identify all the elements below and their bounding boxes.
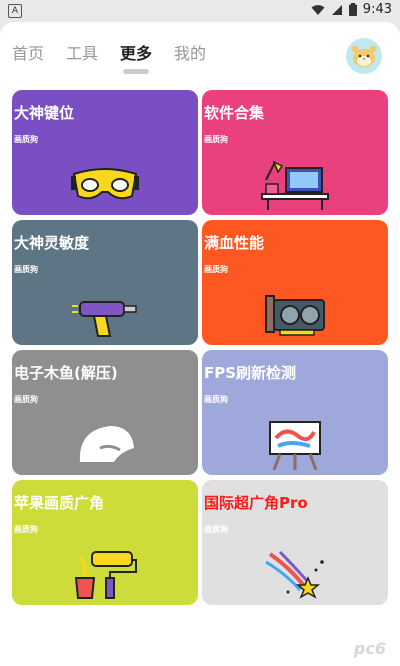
card-subtitle: 画质狗: [204, 135, 228, 144]
hamster-avatar-icon: [351, 45, 377, 67]
tab-home[interactable]: 首页: [12, 40, 44, 64]
main-panel: 首页 工具 更多 我的 大神键位 画质狗 软件合集 画质狗 大神灵敏度 画质狗 …: [0, 22, 400, 666]
status-time: 9:43: [362, 2, 392, 17]
battery-icon: [348, 3, 357, 16]
wifi-icon: [311, 4, 325, 15]
signal-icon: [331, 4, 342, 15]
card-wooden-fish[interactable]: 电子木鱼(解压) 画质狗: [12, 350, 198, 475]
card-full-performance[interactable]: 满血性能 画质狗: [202, 220, 388, 345]
card-key-mapping[interactable]: 大神键位 画质狗: [12, 90, 198, 215]
card-sensitivity[interactable]: 大神灵敏度 画质狗: [12, 220, 198, 345]
active-tab-indicator: [123, 69, 150, 74]
desk-computer-icon: [261, 160, 329, 210]
card-subtitle: 画质狗: [14, 265, 38, 274]
card-ultra-wide-pro[interactable]: 国际超广角Pro 画质狗: [202, 480, 388, 605]
card-fps-test[interactable]: FPS刷新检测 画质狗: [202, 350, 388, 475]
card-subtitle: 画质狗: [204, 525, 228, 534]
card-title: 大神灵敏度: [14, 234, 90, 252]
app-notification-icon: A: [8, 4, 22, 18]
tab-more[interactable]: 更多: [120, 40, 152, 74]
power-drill-icon: [72, 301, 137, 337]
status-bar: A 9:43: [0, 0, 400, 22]
vr-goggles-icon: [71, 168, 139, 200]
card-subtitle: 画质狗: [14, 525, 38, 534]
card-subtitle: 画质狗: [204, 395, 228, 404]
card-subtitle: 画质狗: [14, 135, 38, 144]
wooden-fish-icon: [79, 426, 134, 462]
graphics-card-icon: [265, 295, 325, 336]
tab-tools[interactable]: 工具: [66, 40, 98, 64]
card-apple-wide-angle[interactable]: 苹果画质广角 画质狗: [12, 480, 198, 605]
easel-painting-icon: [269, 421, 321, 470]
card-subtitle: 画质狗: [14, 395, 38, 404]
shooting-star-icon: [265, 550, 324, 599]
avatar[interactable]: [346, 38, 382, 74]
card-title: 软件合集: [204, 104, 265, 122]
card-title: 苹果画质广角: [14, 494, 105, 512]
card-title: 满血性能: [204, 234, 265, 252]
tab-mine[interactable]: 我的: [174, 40, 206, 64]
card-title: 电子木鱼(解压): [14, 364, 118, 382]
card-subtitle: 画质狗: [204, 265, 228, 274]
card-software-collection[interactable]: 软件合集 画质狗: [202, 90, 388, 215]
watermark: pc6: [353, 639, 386, 658]
card-title: 国际超广角Pro: [204, 494, 308, 512]
paint-roller-icon: [74, 551, 137, 599]
tab-bar: 首页 工具 更多 我的: [12, 40, 206, 74]
card-title: FPS刷新检测: [204, 364, 297, 382]
card-title: 大神键位: [14, 104, 75, 122]
